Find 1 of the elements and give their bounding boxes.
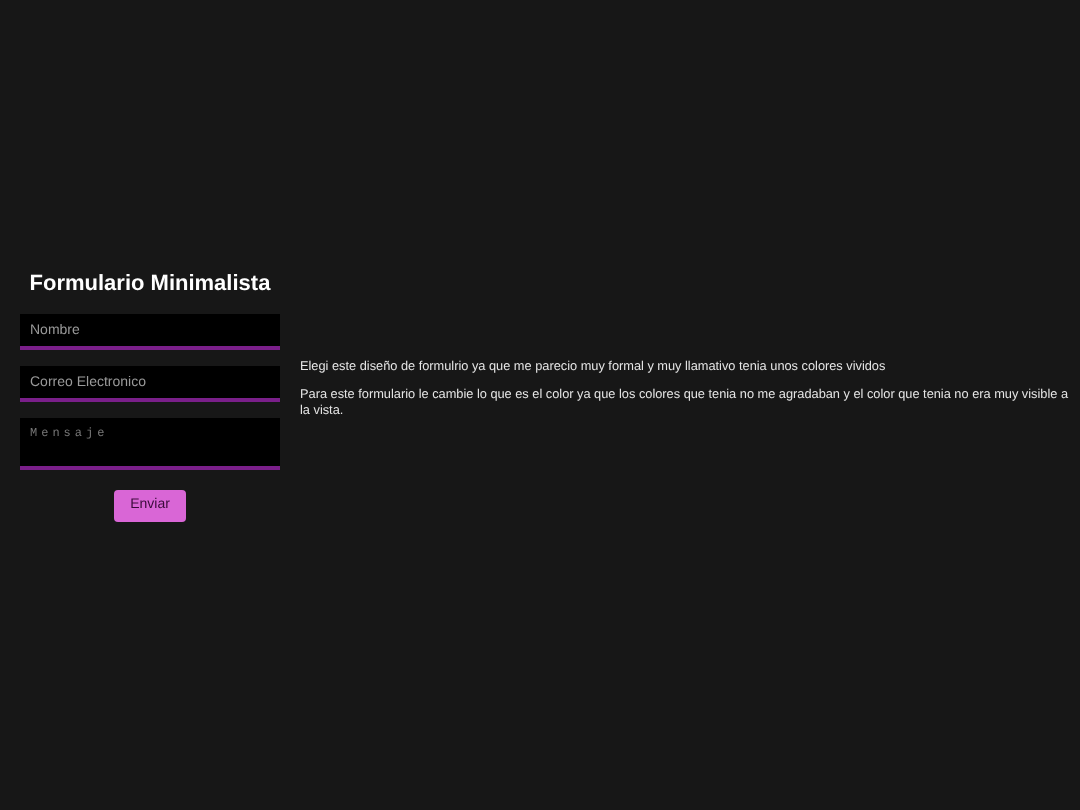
form-title: Formulario Minimalista [29,269,271,300]
